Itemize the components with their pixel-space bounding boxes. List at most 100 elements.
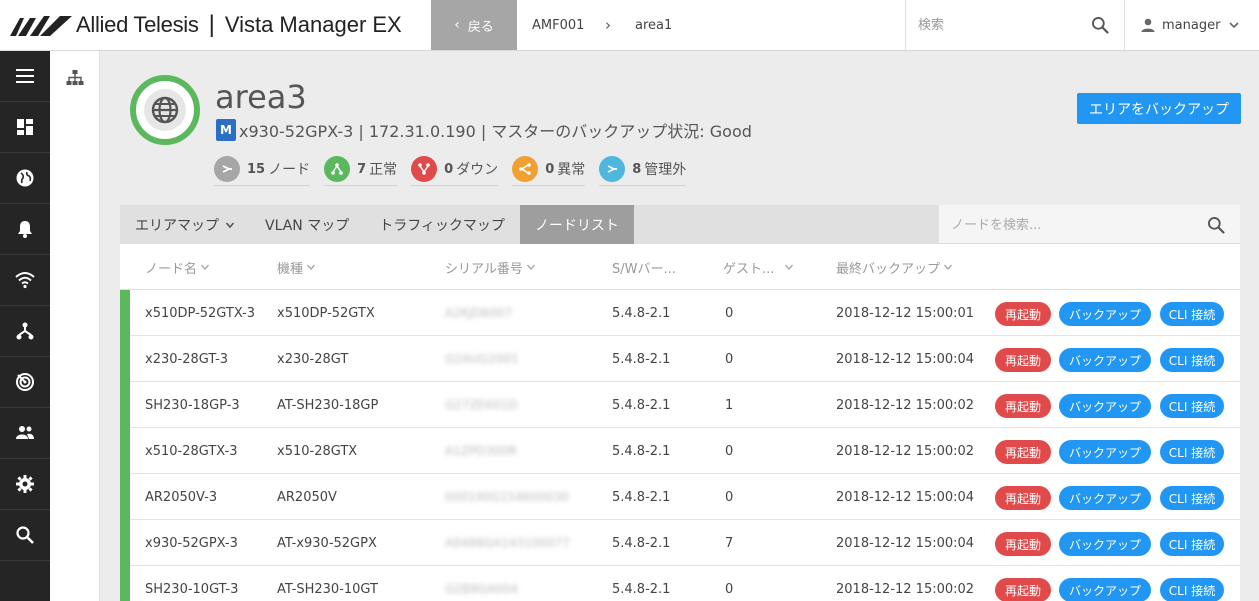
row-status-indicator (120, 290, 130, 336)
stat-unmanaged-count: 8 (632, 161, 642, 177)
brand-separator: | (208, 11, 215, 38)
backup-button[interactable]: バックアップ (1059, 578, 1151, 601)
table-row[interactable]: x510-28GTX-3 x510-28GTX A1ZPD300R 5.4.8-… (120, 428, 1240, 474)
cli-connect-button[interactable]: CLI 接続 (1160, 578, 1224, 601)
cell-node-name[interactable]: x230-28GT-3 (145, 336, 228, 382)
table-row[interactable]: SH230-10GT-3 AT-SH230-10GT G2B8GA004 5.4… (120, 566, 1240, 601)
search-icon[interactable] (1206, 215, 1226, 235)
cell-node-name[interactable]: x930-52GPX-3 (145, 520, 238, 566)
global-search (905, 0, 1125, 50)
cell-serial: G27ZE601D (445, 398, 518, 412)
cell-node-name[interactable]: x510-28GTX-3 (145, 428, 238, 474)
tab-area-map-label: エリアマップ (135, 217, 219, 234)
backup-button[interactable]: バックアップ (1059, 440, 1151, 464)
cell-node-name[interactable]: AR2050V-3 (145, 474, 217, 520)
table-row[interactable]: AR2050V-3 AR2050V 000190G154600030 5.4.8… (120, 474, 1240, 520)
column-guest[interactable]: ゲスト... (723, 244, 794, 290)
sidebar-item-menu[interactable] (0, 51, 50, 102)
stat-unmanaged-label: 管理外 (644, 162, 687, 178)
sidebar-item-radar[interactable] (0, 357, 50, 408)
breadcrumb-amf[interactable]: AMF001 (532, 0, 584, 50)
table-row[interactable]: x510DP-52GTX-3 x510DP-52GTX A2KJD6007 5.… (120, 290, 1240, 336)
restart-button[interactable]: 再起動 (995, 532, 1051, 556)
restart-button[interactable]: 再起動 (995, 302, 1051, 326)
cli-connect-button[interactable]: CLI 接続 (1160, 486, 1224, 510)
stat-abnormal[interactable]: 0 異常 (512, 156, 586, 186)
cli-connect-button[interactable]: CLI 接続 (1160, 348, 1224, 372)
cli-connect-button[interactable]: CLI 接続 (1160, 394, 1224, 418)
cell-last-backup: 2018-12-12 15:00:02 (836, 443, 975, 459)
column-guest-label: ゲスト... (723, 261, 775, 277)
table-row[interactable]: x230-28GT-3 x230-28GT G2AUG2001 5.4.8-2.… (120, 336, 1240, 382)
area-title: area3 (215, 78, 307, 116)
tab-traffic-map[interactable]: トラフィックマップ (364, 205, 520, 244)
tab-area-map[interactable]: エリアマップ (120, 205, 250, 244)
sidebar-item-network[interactable] (0, 306, 50, 357)
stat-normal[interactable]: 7 正常 (324, 156, 398, 186)
brand-name: Allied Telesis (76, 12, 199, 37)
cli-connect-button[interactable]: CLI 接続 (1160, 302, 1224, 326)
column-node-name[interactable]: ノード名 (145, 244, 210, 290)
sidebar-item-users[interactable] (0, 408, 50, 459)
secondary-sidebar (50, 51, 100, 601)
cell-node-name[interactable]: SH230-10GT-3 (145, 566, 238, 601)
search-icon[interactable] (1090, 15, 1110, 35)
table-header: ノード名 機種 シリアル番号 S/Wバー... ゲスト... 最終バックアップ (120, 244, 1240, 290)
cell-serial: A2KJD6007 (445, 306, 513, 320)
table-row[interactable]: SH230-18GP-3 AT-SH230-18GP G27ZE601D 5.4… (120, 382, 1240, 428)
column-serial[interactable]: シリアル番号 (445, 244, 536, 290)
column-sw-version[interactable]: S/Wバー... (612, 244, 676, 290)
stat-total[interactable]: 15 ノード (214, 156, 311, 186)
main-sidebar (0, 51, 50, 601)
sidebar-item-alarms[interactable] (0, 204, 50, 255)
restart-button[interactable]: 再起動 (995, 394, 1051, 418)
backup-button[interactable]: バックアップ (1059, 302, 1151, 326)
backup-area-button[interactable]: エリアをバックアップ (1077, 93, 1241, 124)
row-status-indicator (120, 520, 130, 566)
table-row[interactable]: x930-52GPX-3 AT-x930-52GPX A0488GA143100… (120, 520, 1240, 566)
stat-down[interactable]: 0 ダウン (411, 156, 499, 186)
sidebar-item-dashboard[interactable] (0, 102, 50, 153)
column-model[interactable]: 機種 (277, 244, 316, 290)
stat-unmanaged[interactable]: 8 管理外 (599, 156, 687, 186)
restart-button[interactable]: 再起動 (995, 348, 1051, 372)
user-menu[interactable]: manager (1140, 0, 1240, 50)
hierarchy-icon[interactable] (66, 69, 84, 87)
global-search-input[interactable] (918, 12, 1088, 38)
restart-button[interactable]: 再起動 (995, 486, 1051, 510)
node-stats: 15 ノード 7 正常 0 ダウン 0 異常 8 管理外 (214, 156, 700, 186)
cell-model: AT-SH230-18GP (277, 397, 379, 413)
sidebar-item-globe[interactable] (0, 153, 50, 204)
column-node-name-label: ノード名 (145, 261, 198, 277)
column-sw-version-label: S/Wバー... (612, 261, 676, 277)
stat-down-icon (411, 156, 438, 182)
restart-button[interactable]: 再起動 (995, 578, 1051, 601)
stat-normal-count: 7 (357, 161, 367, 177)
chevron-down-icon (526, 264, 535, 271)
chevron-down-icon (943, 264, 953, 271)
cell-last-backup: 2018-12-12 15:00:04 (836, 489, 975, 505)
sidebar-item-search[interactable] (0, 510, 50, 561)
breadcrumb-area[interactable]: area1 (635, 0, 672, 50)
column-last-backup[interactable]: 最終バックアップ (836, 244, 953, 290)
stat-down-label: ダウン (456, 162, 499, 178)
cell-sw-version: 5.4.8-2.1 (612, 443, 671, 459)
tab-vlan-map[interactable]: VLAN マップ (250, 205, 364, 244)
backup-button[interactable]: バックアップ (1059, 394, 1151, 418)
cell-node-name[interactable]: SH230-18GP-3 (145, 382, 240, 428)
restart-button[interactable]: 再起動 (995, 440, 1051, 464)
backup-button[interactable]: バックアップ (1059, 348, 1151, 372)
backup-button[interactable]: バックアップ (1059, 532, 1151, 556)
sidebar-item-settings[interactable] (0, 459, 50, 510)
cell-node-name[interactable]: x510DP-52GTX-3 (145, 290, 255, 336)
cli-connect-button[interactable]: CLI 接続 (1160, 440, 1224, 464)
node-search-input[interactable] (951, 214, 1191, 236)
back-button[interactable]: ‹ 戻る (431, 0, 517, 50)
stat-down-count: 0 (444, 161, 454, 177)
cli-connect-button[interactable]: CLI 接続 (1160, 532, 1224, 556)
backup-button[interactable]: バックアップ (1059, 486, 1151, 510)
cell-guest: 0 (725, 581, 734, 597)
row-status-indicator (120, 428, 130, 474)
sidebar-item-wireless[interactable] (0, 255, 50, 306)
tab-node-list[interactable]: ノードリスト (519, 205, 634, 244)
